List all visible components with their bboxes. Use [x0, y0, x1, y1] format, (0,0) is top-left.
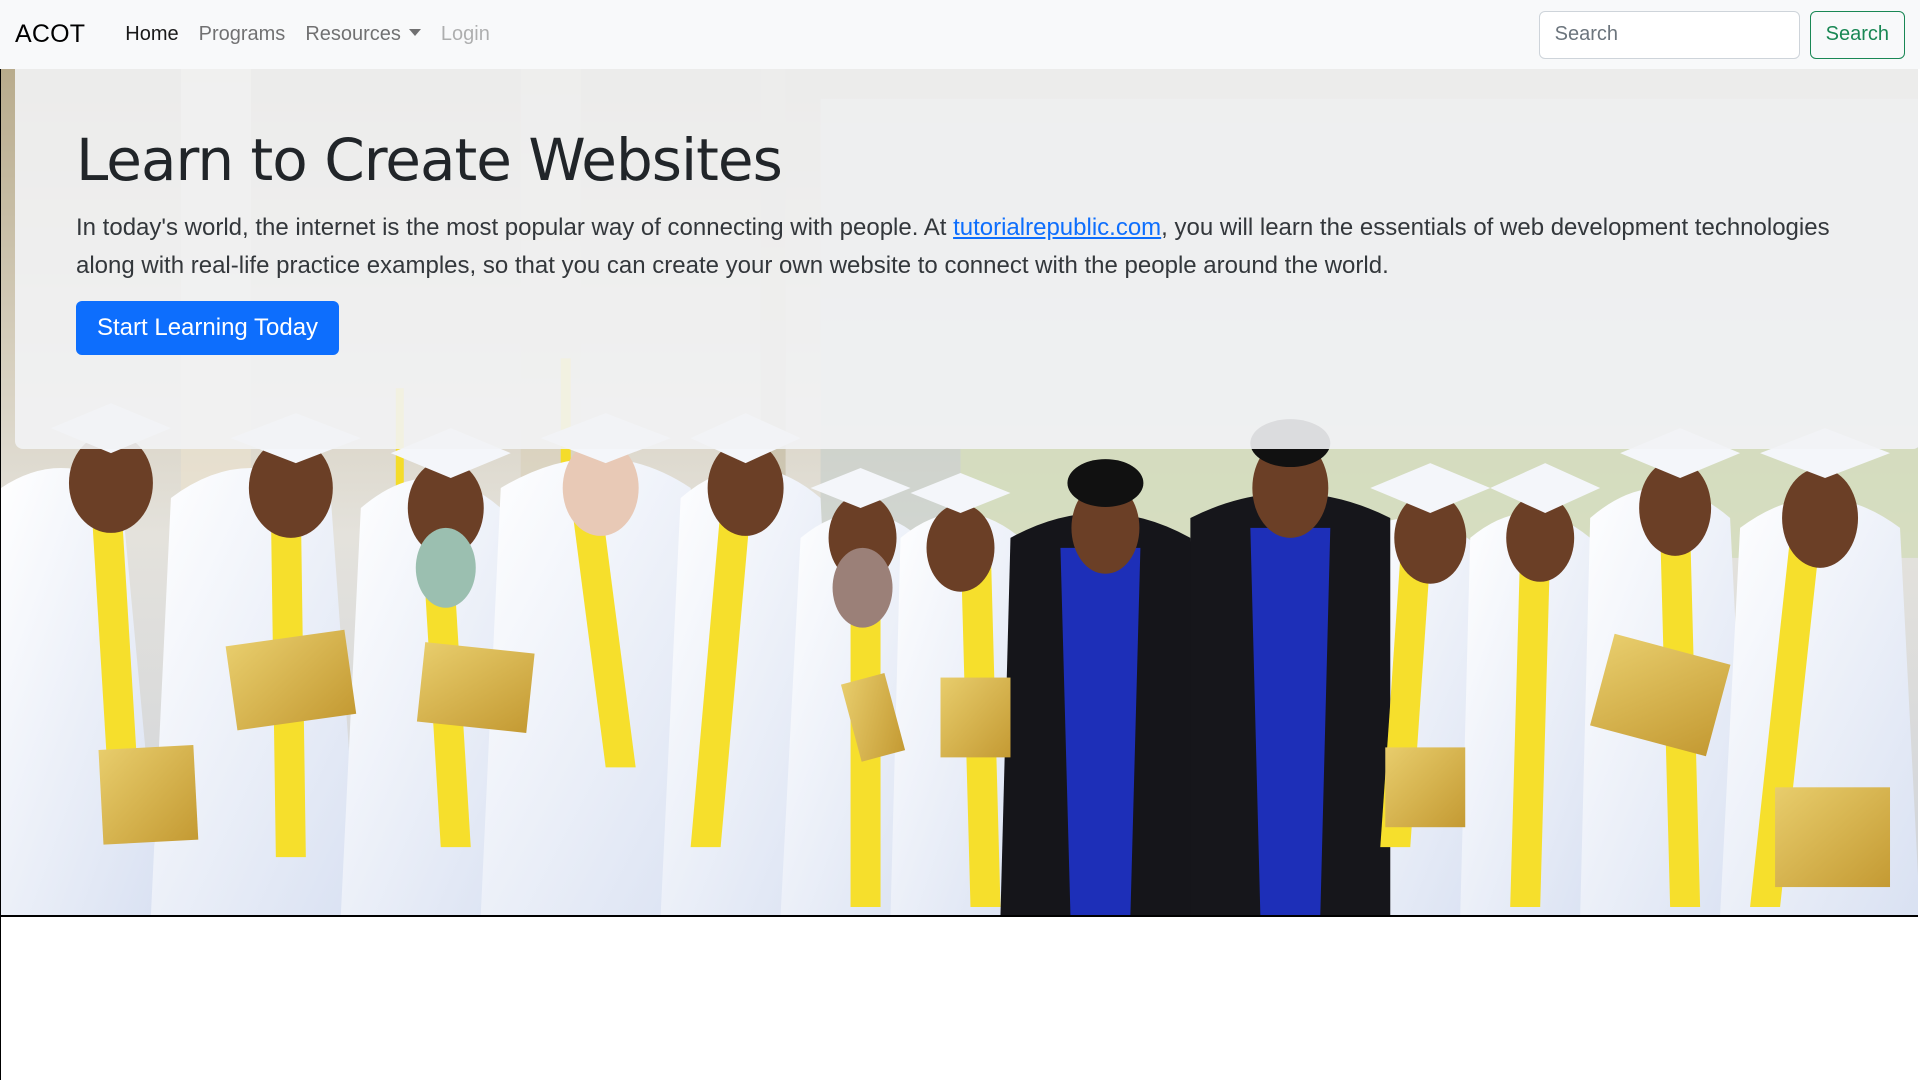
nav-dropdown-resources-label: Resources	[305, 23, 401, 45]
tutorialrepublic-link[interactable]: tutorialrepublic.com	[953, 214, 1161, 241]
search-button[interactable]: Search	[1809, 10, 1905, 59]
jumbotron: Learn to Create Websites In today's worl…	[15, 69, 1920, 449]
hero-lead: In today's world, the internet is the mo…	[76, 209, 1861, 285]
brand-logo[interactable]: ACOT	[15, 20, 85, 49]
nav-link-login: Login	[440, 23, 490, 45]
nav-dropdown-resources[interactable]: Resources	[295, 23, 431, 46]
page-body-blank	[0, 917, 1920, 1080]
nav-link-programs[interactable]: Programs	[189, 23, 296, 46]
hero-section: Learn to Create Websites In today's worl…	[0, 69, 1920, 917]
hero-title: Learn to Create Websites	[76, 126, 783, 194]
hero-lead-text-before: In today's world, the internet is the mo…	[76, 213, 954, 241]
navbar: ACOT Home Programs Resources Login Searc…	[0, 0, 1920, 69]
nav-links: Home Programs Resources Login	[115, 23, 500, 46]
start-learning-button[interactable]: Start Learning Today	[76, 300, 340, 355]
search-input[interactable]	[1538, 10, 1800, 59]
search-form: Search	[1538, 10, 1905, 59]
nav-link-home[interactable]: Home	[115, 23, 188, 46]
caret-down-icon	[408, 29, 421, 36]
